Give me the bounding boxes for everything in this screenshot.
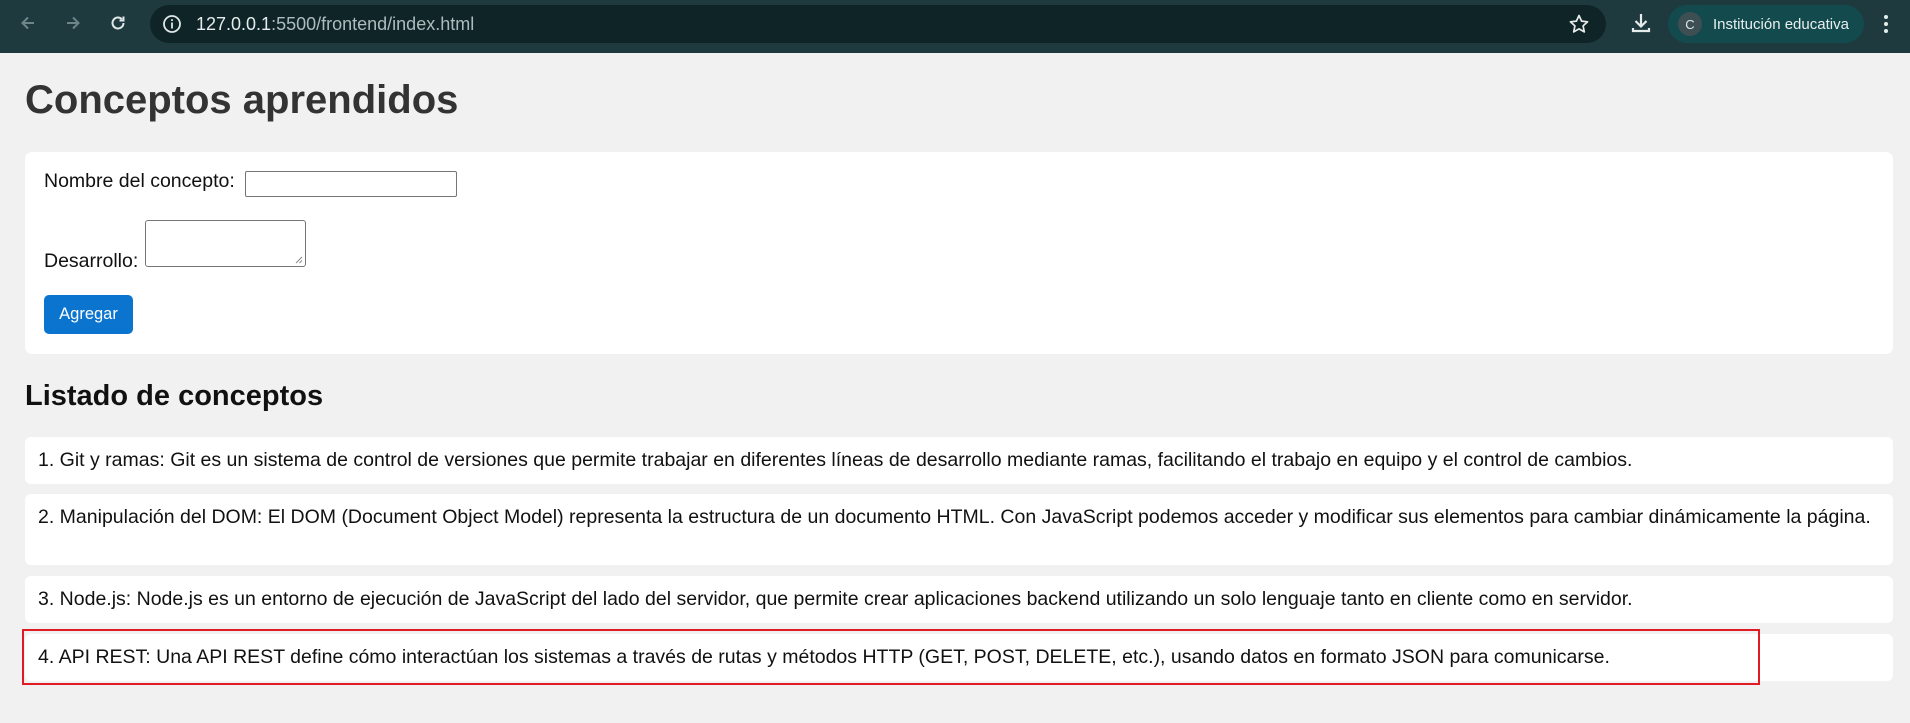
url-text: 127.0.0.1:5500/frontend/index.html (196, 5, 474, 43)
profile-avatar: C (1678, 12, 1702, 36)
concept-name-label: Nombre del concepto: (44, 170, 235, 192)
concept-list-item: 2. Manipulación del DOM: El DOM (Documen… (25, 494, 1893, 565)
bookmark-star-icon[interactable] (1568, 13, 1590, 35)
resize-grip-icon[interactable] (295, 256, 303, 264)
download-icon[interactable] (1628, 10, 1654, 36)
site-info-icon[interactable] (162, 14, 182, 34)
url-host: 127.0.0.1 (196, 14, 272, 34)
reload-icon (111, 16, 125, 30)
development-label: Desarrollo: (44, 250, 139, 272)
browser-toolbar: 127.0.0.1:5500/frontend/index.html C Ins… (0, 0, 1910, 53)
concept-list-item: 1. Git y ramas: Git es un sistema de con… (25, 437, 1893, 484)
add-button[interactable]: Agregar (44, 295, 133, 334)
arrow-right-icon (67, 16, 80, 30)
forward-button[interactable] (59, 9, 87, 37)
list-title: Listado de conceptos (25, 380, 324, 412)
back-button[interactable] (14, 9, 42, 37)
url-path: :5500/frontend/index.html (271, 14, 475, 34)
profile-button[interactable]: C Institución educativa (1668, 5, 1864, 43)
highlight-box (22, 629, 1760, 685)
reload-button[interactable] (104, 9, 132, 37)
profile-name: Institución educativa (1713, 15, 1849, 33)
development-textarea[interactable] (145, 220, 306, 267)
arrow-left-icon (21, 16, 34, 30)
concept-list-item: 3. Node.js: Node.js es un entorno de eje… (25, 576, 1893, 623)
address-bar[interactable]: 127.0.0.1:5500/frontend/index.html (150, 5, 1606, 43)
more-menu-icon[interactable] (1876, 12, 1896, 36)
concept-name-input[interactable] (245, 171, 457, 197)
page-title: Conceptos aprendidos (25, 78, 459, 122)
